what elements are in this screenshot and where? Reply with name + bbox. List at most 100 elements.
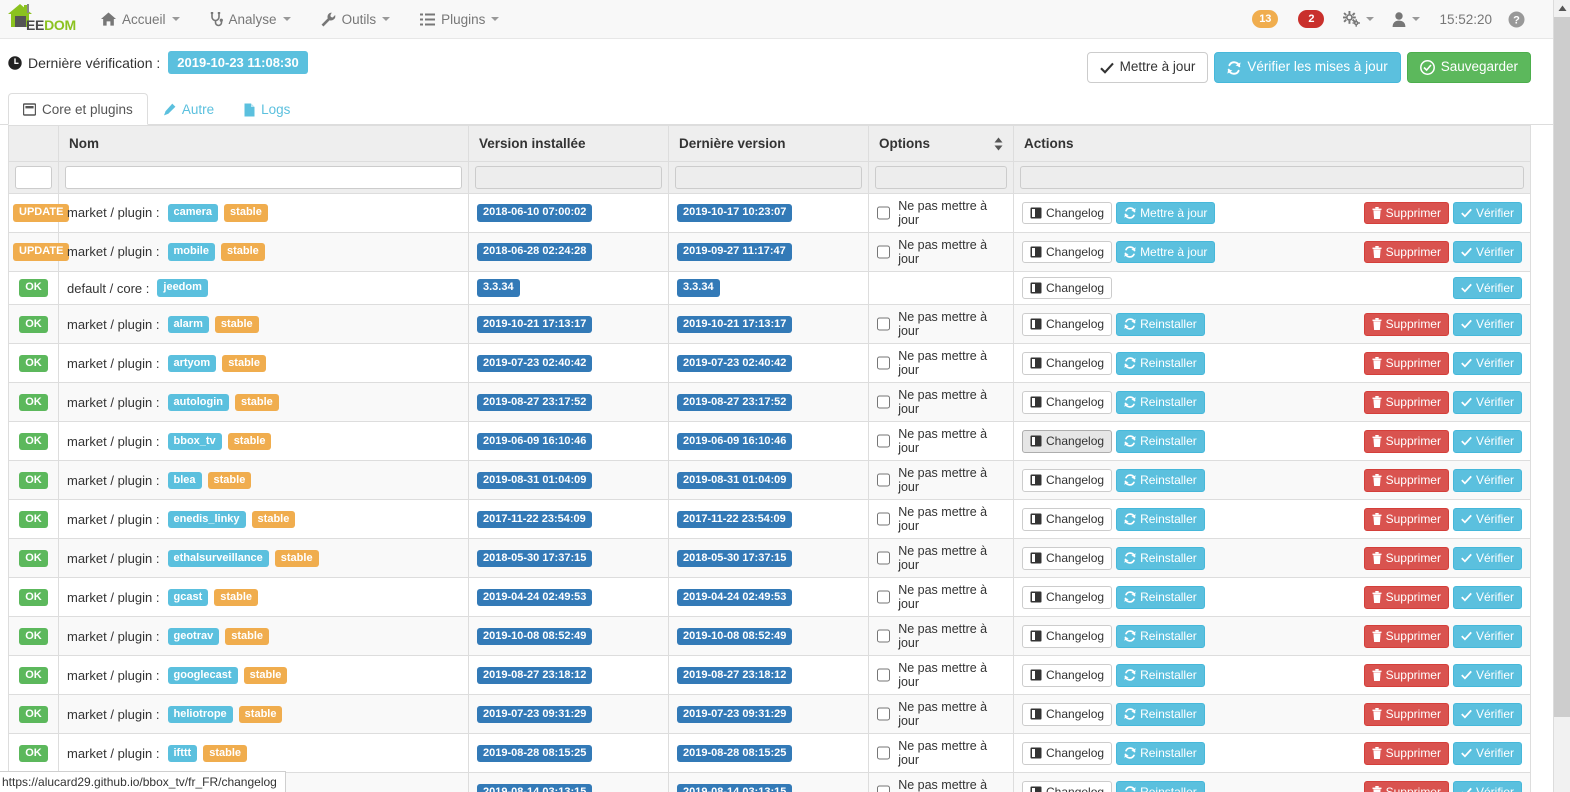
error-count-badge[interactable]: 2: [1298, 10, 1325, 28]
th-latest-version[interactable]: Dernière version: [668, 125, 869, 162]
help-circle-icon[interactable]: ?: [1502, 11, 1531, 28]
filter-input-latest[interactable]: [675, 166, 862, 189]
th-name[interactable]: Nom: [58, 125, 469, 162]
vertical-scrollbar[interactable]: [1553, 0, 1570, 792]
no-update-checkbox[interactable]: [877, 395, 891, 410]
reinstall-plugin-button[interactable]: Reinstaller: [1116, 586, 1205, 609]
filter-input-options[interactable]: [875, 166, 1007, 189]
no-update-checkbox[interactable]: [877, 668, 891, 683]
verify-plugin-button[interactable]: Vérifier: [1452, 240, 1522, 264]
no-update-checkbox[interactable]: [877, 551, 891, 566]
changelog-button[interactable]: Changelog: [1022, 430, 1113, 453]
changelog-button[interactable]: Changelog: [1022, 508, 1113, 531]
update-plugin-button[interactable]: Mettre à jour: [1116, 201, 1216, 225]
verify-plugin-button[interactable]: Vérifier: [1452, 430, 1522, 453]
delete-plugin-button[interactable]: Supprimer: [1363, 586, 1449, 609]
filter-input-name[interactable]: [65, 166, 462, 189]
changelog-button[interactable]: Changelog: [1022, 313, 1113, 336]
nav-item-analyse[interactable]: Analyse: [195, 0, 306, 39]
delete-plugin-button[interactable]: Supprimer: [1363, 625, 1449, 648]
no-update-checkbox[interactable]: [877, 629, 891, 644]
delete-plugin-button[interactable]: Supprimer: [1363, 313, 1449, 336]
changelog-button[interactable]: Changelog: [1022, 781, 1113, 792]
no-update-checkbox[interactable]: [877, 434, 891, 449]
changelog-button[interactable]: Changelog: [1022, 391, 1113, 414]
delete-plugin-button[interactable]: Supprimer: [1363, 469, 1449, 492]
no-update-checkbox[interactable]: [877, 356, 891, 371]
verify-plugin-button[interactable]: Vérifier: [1452, 391, 1522, 414]
delete-plugin-button[interactable]: Supprimer: [1363, 240, 1449, 264]
update-plugin-button[interactable]: Mettre à jour: [1116, 240, 1216, 264]
th-installed-version[interactable]: Version installée: [468, 125, 669, 162]
filter-input-actions[interactable]: [1020, 166, 1524, 189]
th-actions[interactable]: Actions: [1013, 125, 1531, 162]
nav-item-plugins[interactable]: Plugins: [405, 0, 514, 39]
user-menu-button[interactable]: [1383, 0, 1429, 39]
changelog-button[interactable]: Changelog: [1022, 240, 1113, 264]
save-button[interactable]: Sauvegarder: [1406, 52, 1531, 83]
filter-input-state[interactable]: [15, 166, 52, 189]
no-update-checkbox[interactable]: [877, 512, 891, 527]
no-update-checkbox[interactable]: [877, 707, 891, 722]
changelog-button[interactable]: Changelog: [1022, 625, 1113, 648]
reinstall-plugin-button[interactable]: Reinstaller: [1116, 469, 1205, 492]
reinstall-plugin-button[interactable]: Reinstaller: [1116, 781, 1205, 792]
warning-count-badge[interactable]: 13: [1252, 10, 1279, 28]
changelog-button[interactable]: Changelog: [1022, 742, 1113, 765]
changelog-button[interactable]: Changelog: [1022, 352, 1113, 375]
changelog-button[interactable]: Changelog: [1022, 547, 1113, 570]
verify-plugin-button[interactable]: Vérifier: [1452, 781, 1522, 792]
scroll-up-arrow-icon[interactable]: [1554, 0, 1570, 17]
reinstall-plugin-button[interactable]: Reinstaller: [1116, 625, 1205, 648]
delete-plugin-button[interactable]: Supprimer: [1363, 742, 1449, 765]
changelog-button[interactable]: Changelog: [1022, 201, 1113, 225]
delete-plugin-button[interactable]: Supprimer: [1363, 781, 1449, 792]
reinstall-plugin-button[interactable]: Reinstaller: [1116, 313, 1205, 336]
delete-plugin-button[interactable]: Supprimer: [1363, 352, 1449, 375]
no-update-checkbox[interactable]: [877, 590, 891, 605]
check-updates-button[interactable]: Vérifier les mises à jour: [1214, 52, 1401, 83]
verify-plugin-button[interactable]: Vérifier: [1452, 352, 1522, 375]
verify-plugin-button[interactable]: Vérifier: [1452, 508, 1522, 531]
changelog-button[interactable]: Changelog: [1022, 469, 1113, 492]
nav-item-accueil[interactable]: Accueil: [86, 0, 195, 39]
settings-menu-button[interactable]: [1334, 0, 1383, 39]
reinstall-plugin-button[interactable]: Reinstaller: [1116, 703, 1205, 726]
reinstall-plugin-button[interactable]: Reinstaller: [1116, 430, 1205, 453]
verify-plugin-button[interactable]: Vérifier: [1452, 547, 1522, 570]
changelog-button[interactable]: Changelog: [1022, 703, 1113, 726]
no-update-checkbox[interactable]: [877, 473, 891, 488]
delete-plugin-button[interactable]: Supprimer: [1363, 547, 1449, 570]
tab-autre[interactable]: Autre: [148, 93, 229, 125]
update-all-button[interactable]: Mettre à jour: [1086, 52, 1209, 83]
verify-plugin-button[interactable]: Vérifier: [1452, 201, 1522, 225]
verify-plugin-button[interactable]: Vérifier: [1452, 586, 1522, 609]
delete-plugin-button[interactable]: Supprimer: [1363, 703, 1449, 726]
no-update-checkbox[interactable]: [877, 317, 891, 332]
verify-plugin-button[interactable]: Vérifier: [1452, 469, 1522, 492]
verify-plugin-button[interactable]: Vérifier: [1452, 277, 1522, 300]
reinstall-plugin-button[interactable]: Reinstaller: [1116, 391, 1205, 414]
changelog-button[interactable]: Changelog: [1022, 277, 1113, 300]
th-state[interactable]: [8, 125, 59, 162]
delete-plugin-button[interactable]: Supprimer: [1363, 430, 1449, 453]
nav-item-outils[interactable]: Outils: [306, 0, 406, 39]
no-update-checkbox[interactable]: [877, 746, 891, 761]
changelog-button[interactable]: Changelog: [1022, 586, 1113, 609]
delete-plugin-button[interactable]: Supprimer: [1363, 391, 1449, 414]
changelog-button[interactable]: Changelog: [1022, 664, 1113, 687]
tab-logs[interactable]: Logs: [229, 93, 305, 125]
reinstall-plugin-button[interactable]: Reinstaller: [1116, 508, 1205, 531]
delete-plugin-button[interactable]: Supprimer: [1363, 508, 1449, 531]
filter-input-installed[interactable]: [475, 166, 662, 189]
verify-plugin-button[interactable]: Vérifier: [1452, 625, 1522, 648]
no-update-checkbox[interactable]: [877, 206, 891, 220]
reinstall-plugin-button[interactable]: Reinstaller: [1116, 352, 1205, 375]
no-update-checkbox[interactable]: [877, 785, 891, 792]
verify-plugin-button[interactable]: Vérifier: [1452, 664, 1522, 687]
th-options[interactable]: Options: [868, 125, 1014, 162]
delete-plugin-button[interactable]: Supprimer: [1363, 201, 1449, 225]
scrollbar-thumb[interactable]: [1554, 17, 1570, 717]
verify-plugin-button[interactable]: Vérifier: [1452, 742, 1522, 765]
reinstall-plugin-button[interactable]: Reinstaller: [1116, 664, 1205, 687]
